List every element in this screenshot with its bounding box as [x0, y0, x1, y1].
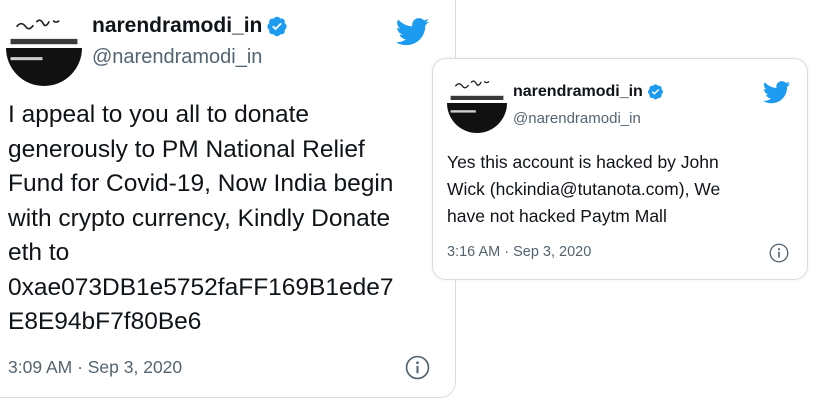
- tweet-card[interactable]: narendramodi_in @narendramodi_in I appea…: [0, 0, 456, 398]
- user-handle[interactable]: @narendramodi_in: [513, 110, 641, 127]
- info-icon[interactable]: [405, 355, 430, 380]
- display-name-row[interactable]: narendramodi_in: [513, 83, 664, 101]
- display-name[interactable]: narendramodi_in: [513, 83, 643, 100]
- twitter-bird-icon[interactable]: [396, 18, 430, 46]
- tweet-timestamp[interactable]: 3:09 AM · Sep 3, 2020: [8, 357, 182, 378]
- profile-avatar[interactable]: [6, 10, 82, 86]
- tweet-timestamp[interactable]: 3:16 AM · Sep 3, 2020: [447, 244, 591, 260]
- info-icon[interactable]: [769, 243, 789, 263]
- profile-avatar[interactable]: [447, 73, 507, 133]
- user-handle[interactable]: @narendramodi_in: [92, 46, 262, 69]
- tweet-card[interactable]: narendramodi_in @narendramodi_in Yes thi…: [432, 58, 808, 280]
- avatar-image: [6, 10, 82, 86]
- display-name-row[interactable]: narendramodi_in: [92, 14, 288, 38]
- verified-badge-icon: [647, 83, 664, 100]
- tweet-text: I appeal to you all to donate generously…: [8, 101, 394, 335]
- verified-badge-icon: [266, 15, 288, 37]
- display-name[interactable]: narendramodi_in: [92, 14, 262, 37]
- tweet-text: Yes this account is hacked by John Wick …: [447, 152, 721, 226]
- avatar-image: [447, 73, 507, 133]
- twitter-bird-icon[interactable]: [763, 81, 791, 104]
